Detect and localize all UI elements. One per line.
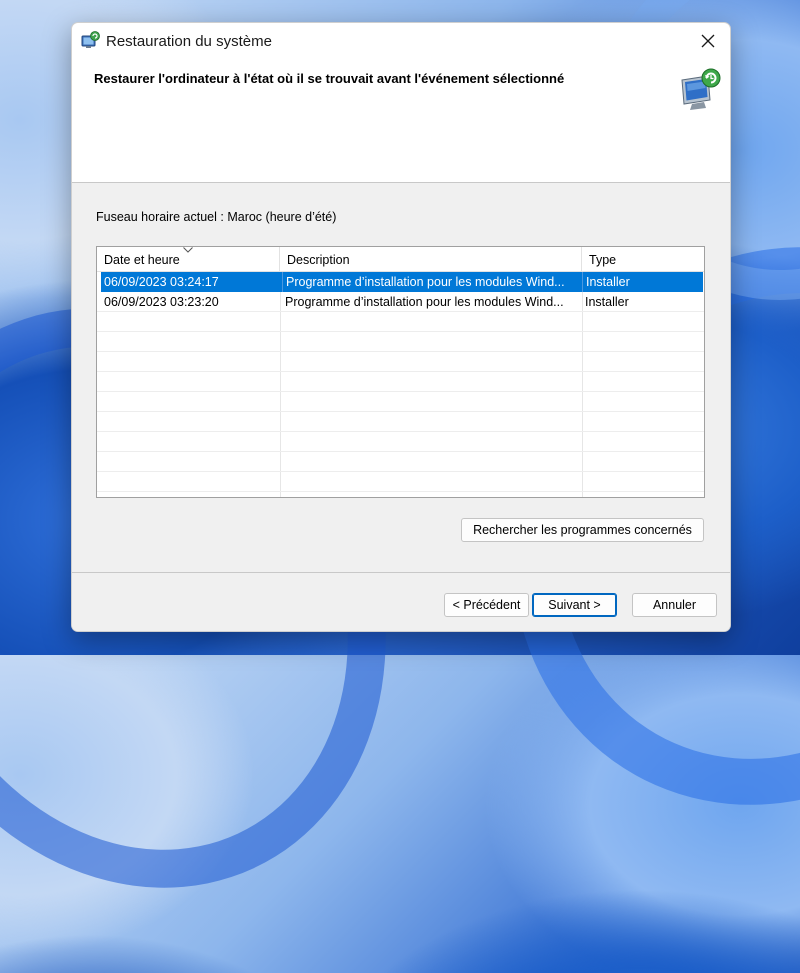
grid-line xyxy=(97,351,704,352)
cell-date: 06/09/2023 03:24:17 xyxy=(104,275,219,289)
sort-descending-icon xyxy=(183,247,193,253)
column-header-label: Description xyxy=(287,253,350,267)
page-heading: Restaurer l'ordinateur à l'état où il se… xyxy=(94,71,565,86)
system-restore-dialog: Restauration du système Restaurer l'ordi… xyxy=(71,22,731,632)
system-restore-icon xyxy=(81,31,100,48)
close-button[interactable] xyxy=(686,23,730,59)
column-header-date[interactable]: Date et heure xyxy=(97,247,280,271)
cancel-button[interactable]: Annuler xyxy=(632,593,717,617)
back-button[interactable]: < Précédent xyxy=(444,593,529,617)
restore-points-list[interactable]: Date et heure Description Type 06/09/202… xyxy=(96,246,705,498)
close-icon xyxy=(701,34,715,48)
grid-line xyxy=(97,371,704,372)
cell-type: Installer xyxy=(582,272,703,292)
window-title: Restauration du système xyxy=(106,33,272,50)
column-header-description[interactable]: Description xyxy=(280,247,582,271)
grid-line xyxy=(97,431,704,432)
table-row[interactable]: 06/09/2023 03:23:20 Programme d’installa… xyxy=(101,292,703,312)
list-header: Date et heure Description Type xyxy=(97,247,704,272)
cell-description: Programme d’installation pour les module… xyxy=(282,272,582,292)
column-header-type[interactable]: Type xyxy=(582,247,704,271)
body-area: Fuseau horaire actuel : Maroc (heure d’é… xyxy=(72,182,730,573)
grid-line xyxy=(97,411,704,412)
grid-line xyxy=(97,451,704,452)
next-button[interactable]: Suivant > xyxy=(532,593,617,617)
grid-line xyxy=(97,491,704,492)
header-area: Restaurer l'ordinateur à l'état où il se… xyxy=(72,59,730,182)
footer-area: < Précédent Suivant > Annuler xyxy=(72,572,730,631)
cell-description: Programme d’installation pour les module… xyxy=(285,295,564,309)
title-bar[interactable]: Restauration du système xyxy=(72,23,730,59)
column-header-label: Type xyxy=(589,253,617,267)
scan-affected-programs-button[interactable]: Rechercher les programmes concernés xyxy=(461,518,704,542)
system-restore-monitor-icon xyxy=(681,68,721,110)
table-row[interactable]: 06/09/2023 03:24:17 Programme d’installa… xyxy=(101,272,703,292)
cell-date: 06/09/2023 03:23:20 xyxy=(104,295,219,309)
timezone-label: Fuseau horaire actuel : Maroc (heure d’é… xyxy=(96,210,337,224)
grid-line xyxy=(97,331,704,332)
grid-line xyxy=(97,391,704,392)
column-header-label: Date et heure xyxy=(104,253,180,267)
grid-line xyxy=(97,471,704,472)
cell-type: Installer xyxy=(585,295,629,309)
